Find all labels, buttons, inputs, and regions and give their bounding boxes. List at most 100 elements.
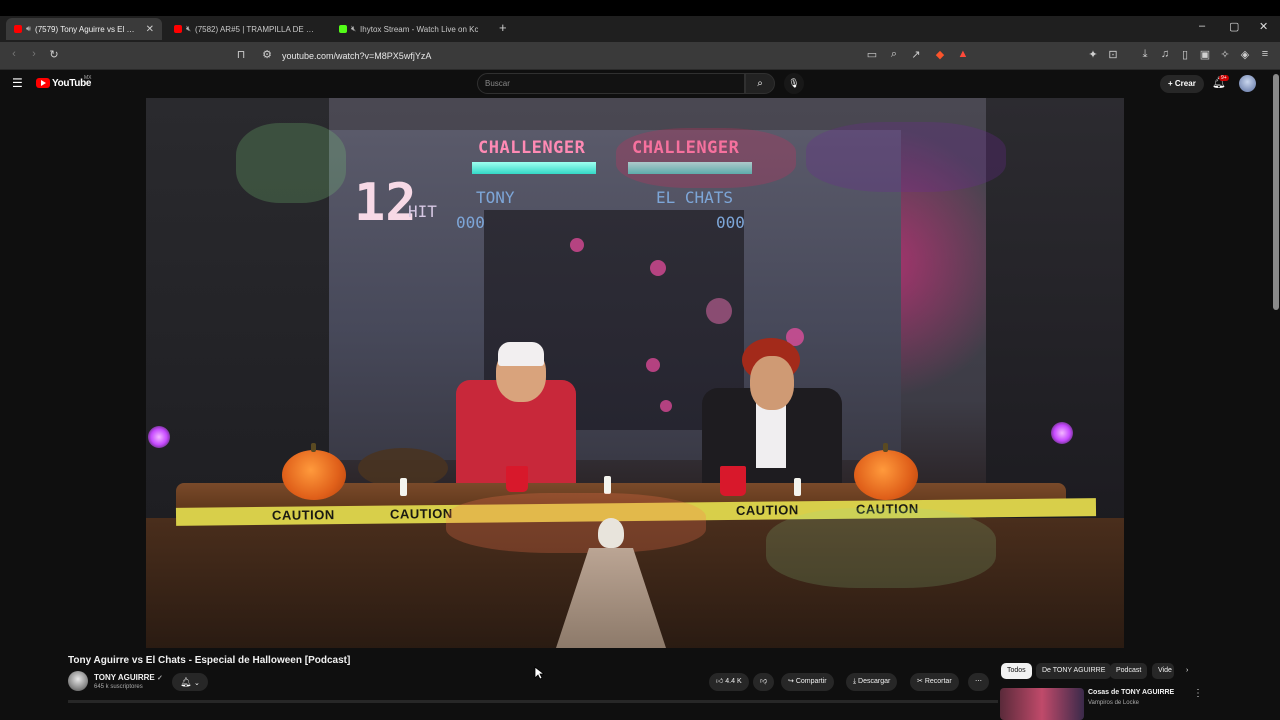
kick-favicon-icon	[339, 25, 347, 33]
player-two-name: EL CHATS	[656, 188, 734, 207]
forward-icon[interactable]: ›	[26, 48, 42, 60]
sidebar-icon[interactable]: ▯	[1177, 48, 1193, 61]
share-label: Compartir	[795, 678, 827, 685]
caution-text: CAUTION	[389, 505, 453, 522]
pumpkin-right	[854, 443, 918, 500]
download-icon[interactable]: ⤓	[1137, 48, 1153, 61]
el-chats-head	[750, 356, 794, 410]
bell-icon: 🔔︎	[180, 677, 192, 687]
account-avatar[interactable]	[1239, 75, 1256, 92]
close-tab-icon[interactable]: ✕	[146, 24, 154, 35]
candle	[794, 478, 801, 496]
hamburger-menu-icon[interactable]: ☰	[12, 76, 23, 90]
menu-icon[interactable]: ≡	[1257, 48, 1273, 60]
player-one-name: TONY	[476, 188, 515, 207]
video-title: Tony Aguirre vs El Chats - Especial de H…	[68, 655, 351, 666]
country-code: MX	[84, 75, 92, 81]
mouse-cursor-icon	[534, 666, 544, 680]
muted-speaker-icon: 🔇︎	[186, 24, 192, 33]
download-button[interactable]: ⤓ Descargar	[846, 673, 898, 691]
verified-icon: ✓	[156, 675, 163, 682]
vpn-icon[interactable]: ◈	[1237, 48, 1253, 61]
cobweb-green	[236, 123, 346, 203]
tab-trampilla[interactable]: 🔇︎ (7582) AR#5 | TRAMPILLA DE RAI	[166, 18, 326, 40]
page-scrollbar[interactable]	[1272, 70, 1280, 720]
candle	[604, 476, 611, 494]
create-button[interactable]: + Crear	[1160, 75, 1204, 93]
separator-line	[68, 700, 998, 703]
wallet-icon[interactable]: ▣	[1197, 48, 1213, 61]
microphone-icon: 🎙︎	[788, 78, 800, 88]
close-window-button[interactable]: ✕	[1259, 20, 1268, 33]
chevron-down-icon: ⌄	[193, 680, 200, 687]
site-settings-icon[interactable]: ⚙︎	[259, 48, 275, 61]
subscriber-count: 645 k suscriptores	[94, 684, 143, 690]
clip-button[interactable]: ✂ Recortar	[910, 673, 959, 691]
chip-todos[interactable]: Todos	[1001, 663, 1032, 679]
chip-videos[interactable]: Vide	[1152, 663, 1174, 679]
scrollbar-thumb[interactable]	[1273, 74, 1279, 310]
tab-title: Ihytox Stream - Watch Live on Kc	[360, 24, 479, 34]
chip-podcast[interactable]: Podcast	[1110, 663, 1148, 679]
recommended-video-title[interactable]: Cosas de TONY AGUIRRE	[1088, 689, 1174, 696]
new-tab-button[interactable]: +	[499, 20, 507, 35]
search-icon: ⌕	[757, 78, 763, 89]
caution-text: CAUTION	[271, 507, 335, 523]
thumbs-down-icon: 👎︎	[760, 678, 768, 685]
speaker-icon: 🔊︎	[26, 24, 32, 33]
youtube-header: ☰ YouTube MX Buscar ⌕ 🎙︎ + Crear 🔔︎ 9+	[0, 70, 1280, 98]
tab-title: (7579) Tony Aguirre vs El Chats	[35, 24, 140, 34]
browser-tab-bar: 🔊︎ (7579) Tony Aguirre vs El Chats ✕ 🔇︎ …	[0, 0, 1280, 42]
youtube-logo-icon[interactable]	[36, 78, 50, 88]
chip-next-icon[interactable]: ›	[1180, 663, 1194, 679]
cast-icon[interactable]: ▭	[864, 48, 880, 61]
pink-orb	[660, 400, 672, 412]
recommended-more-icon[interactable]: ⋮	[1193, 688, 1203, 699]
chip-de-tony-aguirre[interactable]: De TONY AGUIRRE	[1036, 663, 1112, 679]
red-cup	[720, 466, 746, 496]
challenger-left-text: CHALLENGER	[478, 138, 586, 158]
tab-tony-aguirre[interactable]: 🔊︎ (7579) Tony Aguirre vs El Chats ✕	[6, 18, 162, 40]
purple-stage-light	[148, 426, 170, 448]
back-icon[interactable]: ‹	[6, 48, 22, 60]
maximize-button[interactable]: ▢	[1229, 20, 1239, 33]
channel-avatar[interactable]	[68, 671, 88, 691]
extensions-icon[interactable]: ✦	[1085, 48, 1101, 61]
bookmark-icon[interactable]: ⊓	[233, 48, 249, 61]
tab-ihytox-stream[interactable]: 🔇︎ Ihytox Stream - Watch Live on Kc	[331, 18, 489, 40]
music-icon[interactable]: ♫	[1157, 48, 1173, 60]
studio-wall-right	[986, 98, 1124, 528]
thumbs-up-icon: 👍︎	[716, 678, 726, 685]
more-actions-button[interactable]: ⋯	[968, 673, 989, 691]
hit-label: HIT	[408, 202, 437, 221]
voice-search-button[interactable]: 🎙︎	[784, 73, 804, 94]
pink-orb	[706, 298, 732, 324]
brave-rewards-icon[interactable]: ▲	[955, 48, 971, 60]
share-button[interactable]: ↪ Compartir	[781, 673, 834, 691]
video-player[interactable]: CHALLENGER CHALLENGER 12 HIT TONY EL CHA…	[146, 98, 1124, 648]
browser-toolbar: ‹ › ↻ ⊓ ⚙︎ youtube.com/watch?v=M8PX5wfjY…	[0, 42, 1280, 70]
channel-name[interactable]: TONY AGUIRRE ✓	[94, 673, 163, 682]
red-cup	[506, 466, 528, 492]
tab-strip-top	[0, 0, 1280, 16]
purple-stage-light	[1051, 422, 1073, 444]
dislike-button[interactable]: 👎︎	[753, 673, 775, 691]
recommended-video-thumbnail[interactable]	[1000, 688, 1084, 720]
player-one-score: 000	[456, 213, 485, 232]
search-button[interactable]: ⌕	[745, 73, 775, 94]
search-input[interactable]: Buscar	[477, 73, 745, 94]
brave-shield-icon[interactable]: ◆	[932, 48, 948, 61]
caution-text: CAUTION	[735, 502, 799, 518]
minimize-button[interactable]: –	[1199, 20, 1205, 32]
subscription-bell-button[interactable]: 🔔︎ ⌄	[172, 673, 208, 691]
leo-ai-icon[interactable]: ✧	[1217, 48, 1233, 61]
like-button[interactable]: 👍︎ 4.4 K	[709, 673, 749, 691]
pink-orb	[570, 238, 584, 252]
candle	[400, 478, 407, 496]
reload-icon[interactable]: ↻	[46, 48, 62, 61]
zoom-icon[interactable]: ⌕	[886, 48, 902, 61]
share-icon[interactable]: ↗	[908, 48, 924, 61]
screenshot-icon[interactable]: ⊡	[1105, 48, 1121, 61]
lifebar-left	[472, 162, 596, 174]
address-bar[interactable]: youtube.com/watch?v=M8PX5wfjYzA	[282, 51, 431, 61]
